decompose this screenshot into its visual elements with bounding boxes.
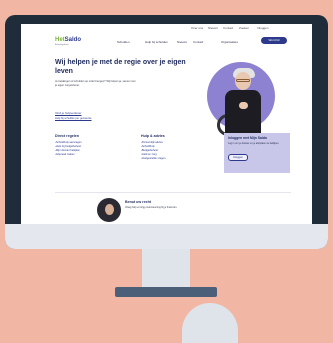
column-direct-link-4[interactable]: Afspraak maken <box>55 153 135 157</box>
utility-link-1[interactable]: Over ons <box>191 26 203 30</box>
nav-item-4[interactable]: Contact <box>193 40 203 44</box>
utility-bar: Over ons Nieuws Contact Zoeken Inloggen <box>21 24 312 32</box>
site-logo[interactable]: HetSaldo <box>55 37 81 43</box>
login-card-title: Inloggen met Mijn Saldo <box>228 136 267 140</box>
monitor-stand-neck <box>142 249 190 287</box>
column-direct: Direct regelen Schuldhulp aanvragen Hulp… <box>55 134 135 157</box>
nav-item-2[interactable]: Hulp bij schulden <box>145 40 168 44</box>
bottom-section-title: Benut uw recht <box>125 200 151 204</box>
monitor-stand-base <box>115 287 217 297</box>
hero-link-secondary[interactable]: Hulp bij schulden per gemeente <box>55 117 91 120</box>
column-help-title: Hulp & advies <box>141 134 165 138</box>
column-direct-title: Direct regelen <box>55 134 79 138</box>
hero-link-primary[interactable]: Vind je hulpverlener <box>55 111 81 115</box>
login-card: Inloggen met Mijn Saldo Log in om je dos… <box>224 133 290 173</box>
glasses-image <box>236 79 250 82</box>
utility-link-4[interactable]: Zoeken <box>239 26 249 30</box>
nav-item-3[interactable]: Nieuws <box>177 40 187 44</box>
utility-link-3[interactable]: Contact <box>223 26 233 30</box>
login-card-body: Log in om je dossier en je afspraken te … <box>228 142 280 145</box>
avatar <box>97 198 121 222</box>
monitor-chin <box>5 224 328 249</box>
hero-body: Je betalingen of schulden op orde brenge… <box>55 80 136 87</box>
section-divider <box>55 192 291 193</box>
login-button[interactable]: Inloggen <box>228 154 248 162</box>
column-help-link-5[interactable]: Veelgestelde vragen <box>141 157 221 161</box>
utility-link-5[interactable]: Inloggen <box>257 26 269 30</box>
bottom-section-body: Vraag hulp en krijg ondersteuning bij je… <box>125 206 178 209</box>
utility-link-2[interactable]: Nieuws <box>208 26 218 30</box>
hero-person-hand <box>239 102 248 109</box>
screen: Over ons Nieuws Contact Zoeken Inloggen … <box>21 24 312 224</box>
hero-person-image <box>225 90 261 134</box>
hero-title: Wij helpen je met de regie over je eigen… <box>55 59 186 75</box>
main-nav: HetSaldo Belastingdienst Schulden Hulp b… <box>21 33 312 47</box>
column-help: Hulp & advies Persoonlijk advies Schuldh… <box>141 134 221 161</box>
nav-item-1[interactable]: Schulden <box>117 40 130 44</box>
cta-button[interactable]: Word lid <box>261 37 287 44</box>
mouse-icon <box>182 303 238 343</box>
logo-subtitle: Belastingdienst <box>55 44 69 46</box>
nav-item-5[interactable]: Organisaties <box>221 40 238 44</box>
